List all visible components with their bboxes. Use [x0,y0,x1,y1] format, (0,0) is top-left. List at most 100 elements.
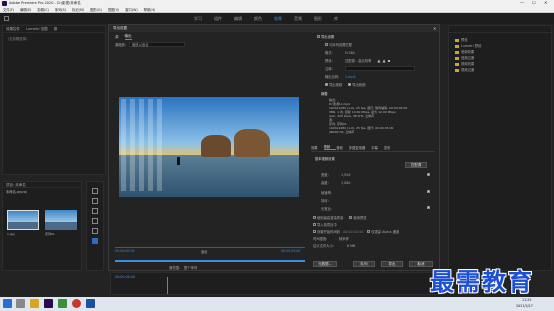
windows-start-icon[interactable] [3,299,12,308]
comments-label: 注释: [325,67,333,71]
effects-panel: 预设 Lumetri 预设 音频效果 音频过渡 视频效果 视频过渡 [448,25,552,271]
tab-lumetri-scopes[interactable]: Lumetri 范围 [23,26,51,33]
desktop-icons [121,99,165,191]
playhead[interactable] [167,277,168,294]
save-preset-icon[interactable]: ▲ [377,58,380,63]
match-sequence-checkbox[interactable] [325,43,328,46]
use-previews-label: 使用预览 [353,216,367,220]
menu-help[interactable]: 帮助(H) [141,7,159,12]
no-clip-selected: （无剪辑选择） [6,37,30,41]
tab-project[interactable]: 项目: 未命名 [3,182,29,188]
source-scaling-select[interactable]: 缩放以适合 [129,42,186,47]
aspect-match-checkbox[interactable] [427,206,430,209]
workspace-learn[interactable]: 学习 [188,13,208,24]
maximize-button[interactable]: ☐ [532,0,536,5]
import-project-checkbox[interactable] [313,223,316,226]
tab-effect-controls[interactable]: 效果控件 [3,26,23,33]
workspace-graphics[interactable]: 图形 [308,13,328,24]
sequence-thumbnail[interactable] [45,210,77,230]
tab-publish[interactable]: 发布 [384,145,391,150]
close-button[interactable]: ✕ [544,0,547,5]
file-size-value: 6 MB [347,243,356,248]
fit-select[interactable]: 适合 [201,249,207,254]
search-icon[interactable] [16,299,25,308]
output-name-label: 输出名称: [325,75,340,79]
file-explorer-icon[interactable] [30,299,39,308]
app-icon[interactable] [58,299,67,308]
premiere-taskbar-icon[interactable] [44,299,53,308]
tab-audio[interactable]: 音频 [336,145,349,150]
output-name-link[interactable]: 1.mp4 [345,75,356,79]
menu-clip[interactable]: 剪辑(C) [34,7,51,12]
tab-effects[interactable]: 效果 [311,145,324,150]
workspace-effects[interactable]: 效果 [268,13,288,24]
menu-file[interactable]: 文件(F) [0,7,17,12]
workspace-bar: 学习 组件 编辑 颜色 效果 音频 图形 库 [0,13,554,24]
menu-graphics[interactable]: 图形(G) [87,7,105,12]
menu-window[interactable]: 窗口(W) [122,7,140,12]
workspace-editing[interactable]: 编辑 [228,13,248,24]
max-render-checkbox[interactable] [313,216,316,219]
selection-tool-icon[interactable] [92,188,98,194]
format-select[interactable]: H.264 [345,51,355,55]
tab-source[interactable]: 源 [51,26,61,33]
metadata-button[interactable]: 元数据... [313,261,337,267]
export-audio-checkbox[interactable] [348,83,352,86]
basic-video-header: 基本视频设置 [315,157,335,161]
tools-panel [86,181,104,271]
pen-tool-icon[interactable] [92,238,98,244]
slip-tool-icon[interactable] [92,228,98,234]
tab-output[interactable]: 输出 [124,34,132,40]
workspace-assembly[interactable]: 组件 [208,13,228,24]
timeline-panel: 00:00:00:00 [110,272,440,295]
clip-thumbnail[interactable] [7,210,39,230]
home-icon[interactable] [4,16,9,21]
format-label: 格式: [325,51,333,55]
export-button[interactable]: 导出 [381,261,403,267]
workspace-color[interactable]: 颜色 [248,13,268,24]
ripple-edit-tool-icon[interactable] [92,208,98,214]
tab-source-dialog[interactable]: 源 [115,35,125,40]
queue-button[interactable]: 队列 [353,261,375,267]
file-size-label: 估计文件大小: [313,244,334,248]
import-preset-icon[interactable]: ▲ [382,58,385,63]
razor-tool-icon[interactable] [92,218,98,224]
summary-output: 输出: D:\影视\1.mp4 1920x1080 (1.0), 25 fps,… [317,98,435,134]
dialog-close-icon[interactable]: ✕ [433,26,436,31]
workspace-libraries[interactable]: 库 [328,13,344,24]
render-alpha-checkbox[interactable] [367,230,371,233]
height-value[interactable]: 1,080 [341,181,350,185]
running-figure [177,157,180,165]
delete-preset-icon[interactable]: ▪ [388,58,391,63]
width-match-checkbox[interactable] [427,173,430,176]
match-source-button[interactable]: 匹配源 [405,162,427,168]
tab-captions[interactable]: 字幕 [371,145,384,150]
app-icon[interactable] [86,299,95,308]
tab-video[interactable]: 视频 [323,144,337,150]
comments-input[interactable] [345,66,415,71]
interp-select[interactable]: 帧采样 [339,236,349,241]
workspace-audio[interactable]: 音频 [288,13,308,24]
track-select-tool-icon[interactable] [92,198,98,204]
source-range-select[interactable]: 整个序列 [184,265,197,270]
export-settings-checkbox[interactable] [317,35,320,38]
tree-item-video-transitions[interactable]: 视频过渡 [455,67,545,73]
preview-scrubber[interactable] [115,247,305,248]
tab-multiplexer[interactable]: 多路复用器 [349,145,371,150]
chrome-icon[interactable] [72,299,81,308]
menu-edit[interactable]: 编辑(E) [17,7,34,12]
preset-select[interactable]: 匹配源 - 高比特率 [345,58,371,63]
use-previews-checkbox[interactable] [349,216,353,219]
export-video-checkbox[interactable] [325,83,328,86]
summary-header: 摘要 [321,92,328,96]
range-bar[interactable] [115,260,305,262]
menu-view[interactable]: 视图(V) [105,7,122,12]
frame-rate-match-checkbox[interactable] [427,190,430,193]
menu-sequence[interactable]: 序列(S) [52,7,69,12]
project-file-name: 未命名.prproj [6,190,27,194]
width-value[interactable]: 1,920 [341,173,350,177]
start-tc-checkbox[interactable] [313,230,316,233]
start-tc-value[interactable]: 00:00:00:00 [343,230,363,234]
minimize-button[interactable]: — [520,0,524,5]
menu-marker[interactable]: 标记(M) [69,7,87,12]
